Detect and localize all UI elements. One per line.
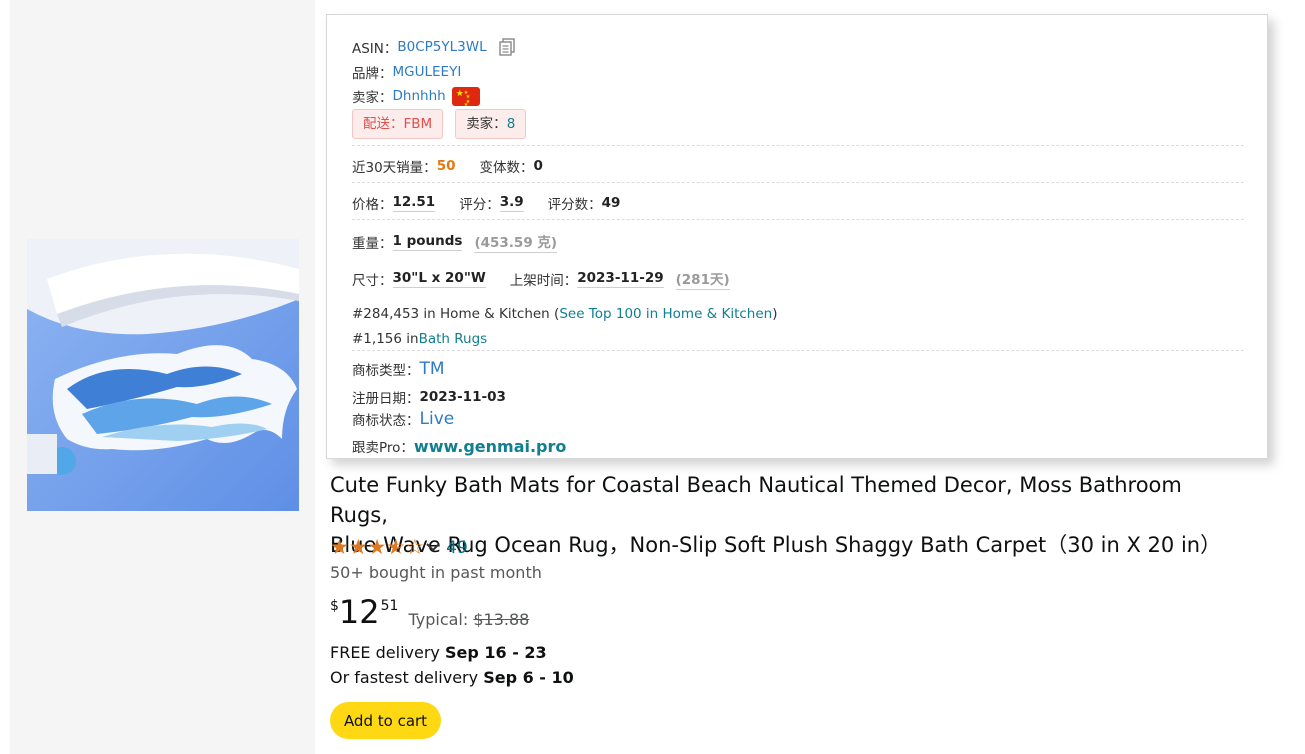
seller-label: 卖家：: [352, 90, 393, 106]
weight-row: 重量： 1 pounds (453.59 克): [352, 231, 558, 253]
typical-price-value: $13.88: [473, 610, 530, 629]
shipping-tag: 配送：FBM: [352, 109, 444, 139]
tm-status-value[interactable]: Live: [420, 409, 455, 429]
price-label: 价格：: [352, 197, 393, 213]
star-full-icon: ★: [348, 536, 368, 559]
rank1-close: ): [772, 306, 778, 322]
divider: [352, 350, 1244, 351]
sales30-label: 近30天销量：: [352, 160, 437, 176]
rating-label: 评分：: [459, 197, 500, 213]
delivery-free: FREE delivery Sep 16 - 23: [330, 643, 547, 662]
size-value: 30"L x 20"W: [392, 270, 486, 288]
tm-type-value[interactable]: TM: [420, 359, 445, 379]
rating-count-label: 评分数：: [547, 197, 602, 213]
product-image[interactable]: [27, 239, 299, 511]
price-symbol: $: [330, 598, 339, 614]
tm-type-label: 商标类型：: [352, 363, 420, 379]
typical-label: Typical:: [408, 610, 469, 629]
delivery-fastest: Or fastest delivery Sep 6 - 10: [330, 668, 574, 687]
rating-stars[interactable]: ★ ★ ★ ☆ ★ ☆ 49: [330, 537, 468, 559]
seller-row: 卖家： Dhnhhh ★ ★ ★ ★ ★: [352, 86, 480, 108]
add-to-cart-button[interactable]: Add to cart: [330, 702, 441, 739]
listed-label: 上架时间：: [509, 273, 578, 289]
weight-value: 1 pounds: [392, 233, 463, 251]
tm-status-row: 商标状态： Live: [352, 409, 454, 429]
sellers-count-label: 卖家：: [466, 116, 507, 132]
chevron-down-icon[interactable]: [426, 539, 440, 557]
sellers-count-tag: 卖家：8: [455, 109, 527, 139]
brand-link[interactable]: MGULEEYI: [393, 64, 462, 80]
asin-row: ASIN： B0CP5YL3WL: [352, 37, 517, 57]
bought-in-past-month: 50+ bought in past month: [330, 563, 542, 582]
copy-icon[interactable]: [497, 37, 517, 57]
reg-date-row: 注册日期： 2023-11-03: [352, 387, 506, 407]
variants-label: 变体数：: [479, 160, 534, 176]
product-title-line-1[interactable]: Cute Funky Bath Mats for Coastal Beach N…: [330, 470, 1230, 530]
star-full-icon: ★: [367, 536, 387, 559]
weight-label: 重量：: [352, 236, 393, 252]
listed-days: (281天): [675, 268, 730, 290]
product-info-card: ASIN： B0CP5YL3WL 品牌： MGULEEYI 卖家： Dhnhhh…: [326, 14, 1268, 459]
top100-link[interactable]: See Top 100 in Home & Kitchen: [559, 306, 772, 322]
reg-date-label: 注册日期：: [352, 391, 420, 407]
asin-link[interactable]: B0CP5YL3WL: [397, 39, 486, 55]
tm-type-row: 商标类型： TM: [352, 359, 445, 379]
delivery-free-label: FREE delivery: [330, 643, 445, 662]
bath-mat-photo: [27, 239, 299, 511]
divider: [352, 145, 1244, 146]
delivery-fastest-label: Or fastest delivery: [330, 668, 484, 687]
delivery-fastest-date: Sep 6 - 10: [483, 668, 574, 687]
brand-label: 品牌：: [352, 66, 393, 82]
divider: [352, 182, 1244, 183]
typical-price: Typical: $13.88: [408, 610, 529, 629]
sales-row: 近30天销量： 50 变体数： 0: [352, 156, 543, 176]
rank2-text: #1,156 in: [352, 331, 419, 347]
delivery-free-date: Sep 16 - 23: [444, 643, 547, 662]
rank1-text: #284,453 in Home & Kitchen (: [352, 306, 560, 322]
sales30-value: 50: [436, 158, 456, 174]
listed-date: 2023-11-29: [577, 270, 664, 288]
rank-row-1: #284,453 in Home & Kitchen ( See Top 100…: [352, 306, 778, 322]
tm-status-label: 商标状态：: [352, 413, 420, 429]
genmai-row: 跟卖Pro： www.genmai.pro: [352, 436, 566, 457]
seller-link[interactable]: Dhnhhh: [393, 88, 446, 104]
china-flag-icon: ★ ★ ★ ★ ★: [451, 86, 480, 108]
reg-date-value: 2023-11-03: [419, 389, 506, 405]
price-block: $ 12 51 Typical: $13.88: [330, 592, 529, 632]
price-whole: 12: [338, 593, 380, 631]
tags-row: 配送：FBM 卖家：8: [352, 109, 538, 139]
star-half-icon: ☆ ★: [386, 536, 406, 559]
rank-row-2: #1,156 in Bath Rugs: [352, 331, 487, 347]
weight-grams: (453.59 克): [474, 231, 558, 253]
star-full-icon: ★: [330, 536, 349, 559]
brand-row: 品牌： MGULEEYI: [352, 62, 461, 82]
rating-value: 3.9: [499, 194, 524, 212]
size-row: 尺寸： 30"L x 20"W 上架时间： 2023-11-29 (281天): [352, 268, 730, 290]
rating-count-link[interactable]: 49: [446, 538, 468, 558]
price-row: 价格： 12.51 评分： 3.9 评分数： 49: [352, 193, 620, 213]
bath-rugs-link[interactable]: Bath Rugs: [419, 331, 488, 347]
variants-value: 0: [533, 158, 543, 174]
divider: [352, 219, 1244, 220]
genmai-link[interactable]: www.genmai.pro: [414, 437, 566, 456]
asin-label: ASIN：: [352, 41, 398, 57]
rating-count-value: 49: [601, 195, 621, 211]
size-label: 尺寸：: [352, 273, 393, 289]
sellers-count-value[interactable]: 8: [507, 116, 516, 132]
star-empty-icon: ☆: [405, 536, 425, 559]
genmai-label: 跟卖Pro：: [352, 440, 414, 456]
price-fraction: 51: [380, 598, 399, 614]
price-value: 12.51: [392, 194, 436, 212]
